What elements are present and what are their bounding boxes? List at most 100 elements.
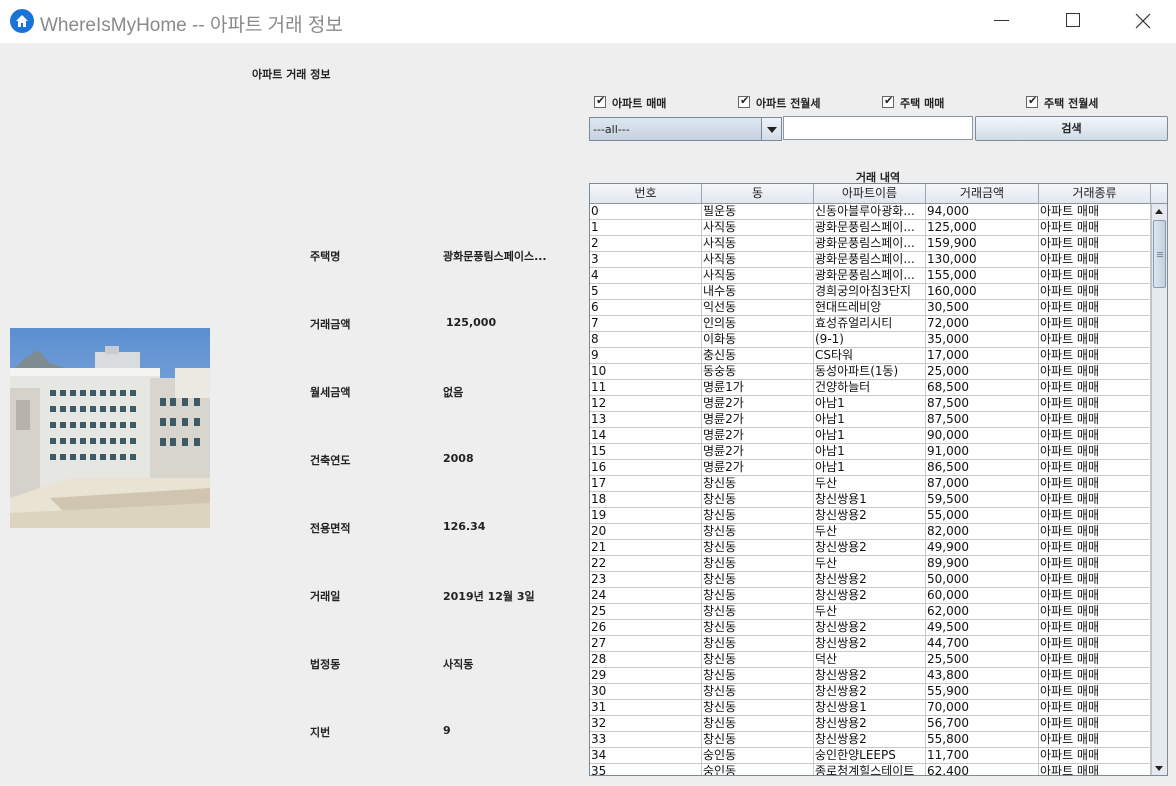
table-cell[interactable]: 86,500: [926, 460, 1039, 476]
table-cell[interactable]: (9-1): [814, 332, 926, 348]
table-cell[interactable]: 종로청계힐스테이트: [814, 764, 926, 775]
table-cell[interactable]: 3: [590, 252, 702, 268]
table-cell[interactable]: 광화문풍림스페이...: [814, 220, 926, 236]
table-row[interactable]: 31 창신동 창신쌍용1 70,000 아파트 매매: [590, 700, 1151, 716]
table-row[interactable]: 35 숭인동 종로청계힐스테이트 62,400 아파트 매매: [590, 764, 1151, 775]
table-cell[interactable]: 28: [590, 652, 702, 668]
table-cell[interactable]: 9: [590, 348, 702, 364]
table-cell[interactable]: 아파트 매매: [1039, 380, 1151, 396]
table-cell[interactable]: 125,000: [926, 220, 1039, 236]
table-cell[interactable]: 창신동: [702, 700, 814, 716]
table-cell[interactable]: 아파트 매매: [1039, 364, 1151, 380]
table-row[interactable]: 19 창신동 창신쌍용2 55,000 아파트 매매: [590, 508, 1151, 524]
table-cell[interactable]: 창신동: [702, 588, 814, 604]
table-row[interactable]: 17 창신동 두산 87,000 아파트 매매: [590, 476, 1151, 492]
table-row[interactable]: 5 내수동 경희궁의아침3단지 160,000 아파트 매매: [590, 284, 1151, 300]
table-cell[interactable]: 필운동: [702, 204, 814, 220]
table-cell[interactable]: 아파트 매매: [1039, 636, 1151, 652]
table-row[interactable]: 7 인의동 효성쥬얼리시티 72,000 아파트 매매: [590, 316, 1151, 332]
table-cell[interactable]: 60,000: [926, 588, 1039, 604]
table-cell[interactable]: 창신쌍용2: [814, 636, 926, 652]
table-cell[interactable]: 44,700: [926, 636, 1039, 652]
table-cell[interactable]: 현대뜨레비앙: [814, 300, 926, 316]
table-cell[interactable]: 신동아블루아광화...: [814, 204, 926, 220]
chevron-down-icon[interactable]: [761, 118, 781, 140]
table-cell[interactable]: 아파트 매매: [1039, 476, 1151, 492]
table-cell[interactable]: 창신쌍용1: [814, 492, 926, 508]
table-cell[interactable]: 창신쌍용2: [814, 716, 926, 732]
table-row[interactable]: 11 명륜1가 건양하늘터 68,500 아파트 매매: [590, 380, 1151, 396]
table-cell[interactable]: 아파트 매매: [1039, 428, 1151, 444]
table-cell[interactable]: 이화동: [702, 332, 814, 348]
table-cell[interactable]: 광화문풍림스페이...: [814, 252, 926, 268]
table-row[interactable]: 26 창신동 창신쌍용2 49,500 아파트 매매: [590, 620, 1151, 636]
table-cell[interactable]: 동성아파트(1동): [814, 364, 926, 380]
close-button[interactable]: [1106, 0, 1176, 43]
table-cell[interactable]: 숭인한양LEEPS: [814, 748, 926, 764]
table-cell[interactable]: 5: [590, 284, 702, 300]
table-row[interactable]: 22 창신동 두산 89,900 아파트 매매: [590, 556, 1151, 572]
table-cell[interactable]: 경희궁의아침3단지: [814, 284, 926, 300]
table-cell[interactable]: 55,800: [926, 732, 1039, 748]
table-cell[interactable]: 24: [590, 588, 702, 604]
column-header-apt-name[interactable]: 아파트이름: [814, 184, 926, 204]
table-row[interactable]: 24 창신동 창신쌍용2 60,000 아파트 매매: [590, 588, 1151, 604]
table-row[interactable]: 18 창신동 창신쌍용1 59,500 아파트 매매: [590, 492, 1151, 508]
table-cell[interactable]: 19: [590, 508, 702, 524]
table-row[interactable]: 0 필운동 신동아블루아광화... 94,000 아파트 매매: [590, 204, 1151, 220]
table-cell[interactable]: 창신동: [702, 636, 814, 652]
table-cell[interactable]: 명륜1가: [702, 380, 814, 396]
table-cell[interactable]: 56,700: [926, 716, 1039, 732]
table-cell[interactable]: 62,400: [926, 764, 1039, 775]
table-cell[interactable]: 창신동: [702, 556, 814, 572]
deal-table[interactable]: 번호 동 아파트이름 거래금액 거래종류 0 필운동 신동아블루아광화... 94,0…: [589, 183, 1168, 776]
table-cell[interactable]: 49,900: [926, 540, 1039, 556]
table-cell[interactable]: 창신동: [702, 604, 814, 620]
table-cell[interactable]: 덕산: [814, 652, 926, 668]
table-cell[interactable]: 창신쌍용2: [814, 508, 926, 524]
table-row[interactable]: 27 창신동 창신쌍용2 44,700 아파트 매매: [590, 636, 1151, 652]
title-bar[interactable]: WhereIsMyHome -- 아파트 거래 정보: [0, 0, 1176, 43]
table-cell[interactable]: 명륜2가: [702, 460, 814, 476]
table-cell[interactable]: 아파트 매매: [1039, 716, 1151, 732]
table-cell[interactable]: 명륜2가: [702, 396, 814, 412]
table-cell[interactable]: 10: [590, 364, 702, 380]
table-cell[interactable]: 91,000: [926, 444, 1039, 460]
table-cell[interactable]: 43,800: [926, 668, 1039, 684]
table-cell[interactable]: 창신동: [702, 684, 814, 700]
table-cell[interactable]: 창신동: [702, 620, 814, 636]
table-cell[interactable]: 창신동: [702, 716, 814, 732]
table-cell[interactable]: 창신쌍용2: [814, 540, 926, 556]
table-cell[interactable]: 아남1: [814, 412, 926, 428]
table-cell[interactable]: 익선동: [702, 300, 814, 316]
table-cell[interactable]: 아파트 매매: [1039, 220, 1151, 236]
search-input[interactable]: [783, 116, 973, 140]
table-cell[interactable]: 창신동: [702, 508, 814, 524]
table-row[interactable]: 33 창신동 창신쌍용2 55,800 아파트 매매: [590, 732, 1151, 748]
table-cell[interactable]: 숭인동: [702, 748, 814, 764]
table-row[interactable]: 13 명륜2가 아남1 87,500 아파트 매매: [590, 412, 1151, 428]
table-cell[interactable]: 창신동: [702, 476, 814, 492]
table-row[interactable]: 8 이화동 (9-1) 35,000 아파트 매매: [590, 332, 1151, 348]
table-cell[interactable]: 160,000: [926, 284, 1039, 300]
table-cell[interactable]: 4: [590, 268, 702, 284]
table-cell[interactable]: 아파트 매매: [1039, 572, 1151, 588]
table-cell[interactable]: 35,000: [926, 332, 1039, 348]
table-cell[interactable]: 아파트 매매: [1039, 604, 1151, 620]
table-row[interactable]: 25 창신동 두산 62,000 아파트 매매: [590, 604, 1151, 620]
table-cell[interactable]: 창신동: [702, 668, 814, 684]
table-row[interactable]: 20 창신동 두산 82,000 아파트 매매: [590, 524, 1151, 540]
table-cell[interactable]: 22: [590, 556, 702, 572]
table-row[interactable]: 15 명륜2가 아남1 91,000 아파트 매매: [590, 444, 1151, 460]
table-cell[interactable]: 49,500: [926, 620, 1039, 636]
table-cell[interactable]: 아파트 매매: [1039, 348, 1151, 364]
table-row[interactable]: 16 명륜2가 아남1 86,500 아파트 매매: [590, 460, 1151, 476]
table-cell[interactable]: 29: [590, 668, 702, 684]
table-cell[interactable]: 6: [590, 300, 702, 316]
table-cell[interactable]: 창신동: [702, 572, 814, 588]
table-cell[interactable]: 55,900: [926, 684, 1039, 700]
table-cell[interactable]: 아파트 매매: [1039, 316, 1151, 332]
table-cell[interactable]: 창신쌍용2: [814, 732, 926, 748]
table-cell[interactable]: 아파트 매매: [1039, 732, 1151, 748]
table-cell[interactable]: 아파트 매매: [1039, 492, 1151, 508]
